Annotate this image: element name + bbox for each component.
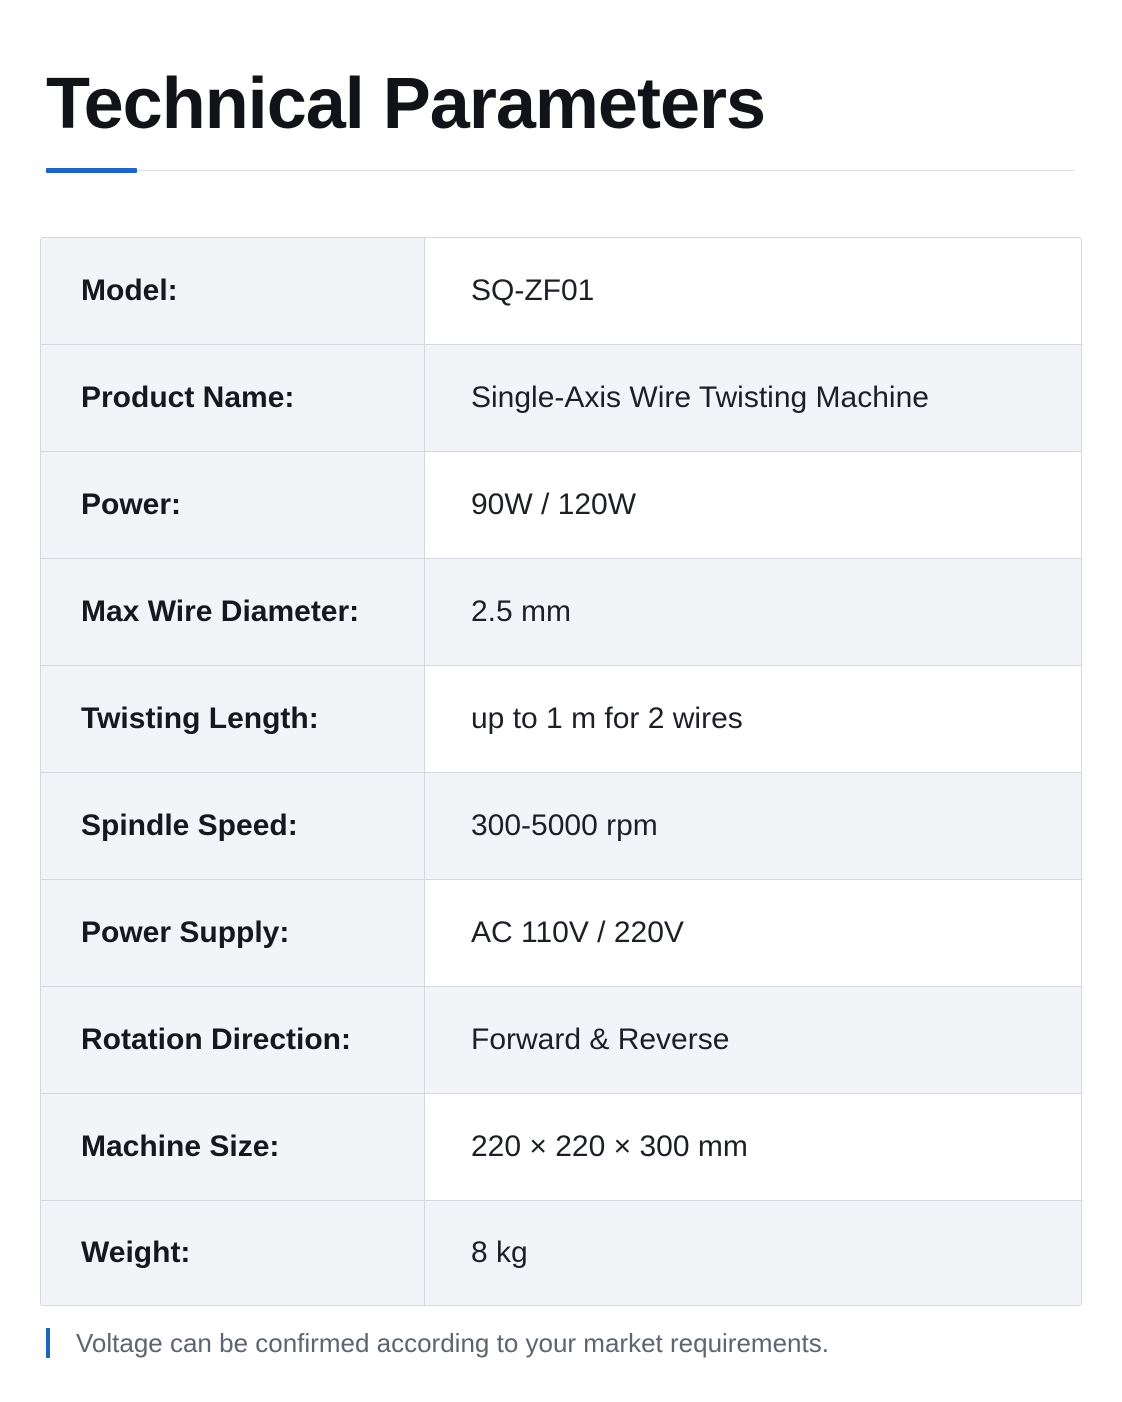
spec-row-power-supply: Power Supply: AC 110V / 220V bbox=[41, 880, 1081, 987]
page-title: Technical Parameters bbox=[46, 64, 766, 144]
spec-row-rotation-direction: Rotation Direction: Forward & Reverse bbox=[41, 987, 1081, 1094]
spec-value: 2.5 mm bbox=[471, 595, 572, 628]
spec-value: AC 110V / 220V bbox=[471, 916, 684, 949]
spec-value: 220 × 220 × 300 mm bbox=[471, 1130, 748, 1163]
spec-label: Power Supply: bbox=[41, 880, 425, 986]
spec-row-power: Power: 90W / 120W bbox=[41, 452, 1081, 559]
spec-table: Model: SQ-ZF01 Product Name: Single-Axis… bbox=[40, 237, 1082, 1306]
voltage-note: Voltage can be confirmed according to yo… bbox=[46, 1327, 829, 1359]
spec-row-spindle-speed: Spindle Speed: 300-5000 rpm bbox=[41, 773, 1081, 880]
spec-row-machine-size: Machine Size: 220 × 220 × 300 mm bbox=[41, 1094, 1081, 1201]
spec-row-model: Model: SQ-ZF01 bbox=[41, 238, 1081, 345]
spec-value: up to 1 m for 2 wires bbox=[471, 702, 743, 735]
spec-label: Twisting Length: bbox=[41, 666, 425, 772]
spec-value: 300-5000 rpm bbox=[471, 809, 658, 842]
spec-label: Product Name: bbox=[41, 345, 425, 451]
spec-label: Max Wire Diameter: bbox=[41, 559, 425, 665]
spec-row-max-wire-diameter: Max Wire Diameter: 2.5 mm bbox=[41, 559, 1081, 666]
spec-label: Power: bbox=[41, 452, 425, 558]
spec-row-twisting-length: Twisting Length: up to 1 m for 2 wires bbox=[41, 666, 1081, 773]
note-accent-bar bbox=[46, 1328, 50, 1358]
spec-row-product-name: Product Name: Single-Axis Wire Twisting … bbox=[41, 345, 1081, 452]
spec-value: Forward & Reverse bbox=[471, 1023, 730, 1056]
spec-label: Weight: bbox=[41, 1201, 425, 1305]
spec-label: Spindle Speed: bbox=[41, 773, 425, 879]
spec-label: Machine Size: bbox=[41, 1094, 425, 1200]
spec-label: Model: bbox=[41, 238, 425, 344]
title-divider bbox=[46, 170, 1074, 171]
title-accent-bar bbox=[46, 168, 137, 173]
spec-label: Rotation Direction: bbox=[41, 987, 425, 1093]
spec-value: 90W / 120W bbox=[471, 488, 637, 521]
spec-row-weight: Weight: 8 kg bbox=[41, 1201, 1081, 1305]
spec-value: SQ-ZF01 bbox=[471, 274, 595, 307]
spec-value: 8 kg bbox=[471, 1236, 528, 1269]
note-text: Voltage can be confirmed according to yo… bbox=[76, 1327, 829, 1358]
spec-value: Single-Axis Wire Twisting Machine bbox=[471, 381, 929, 414]
